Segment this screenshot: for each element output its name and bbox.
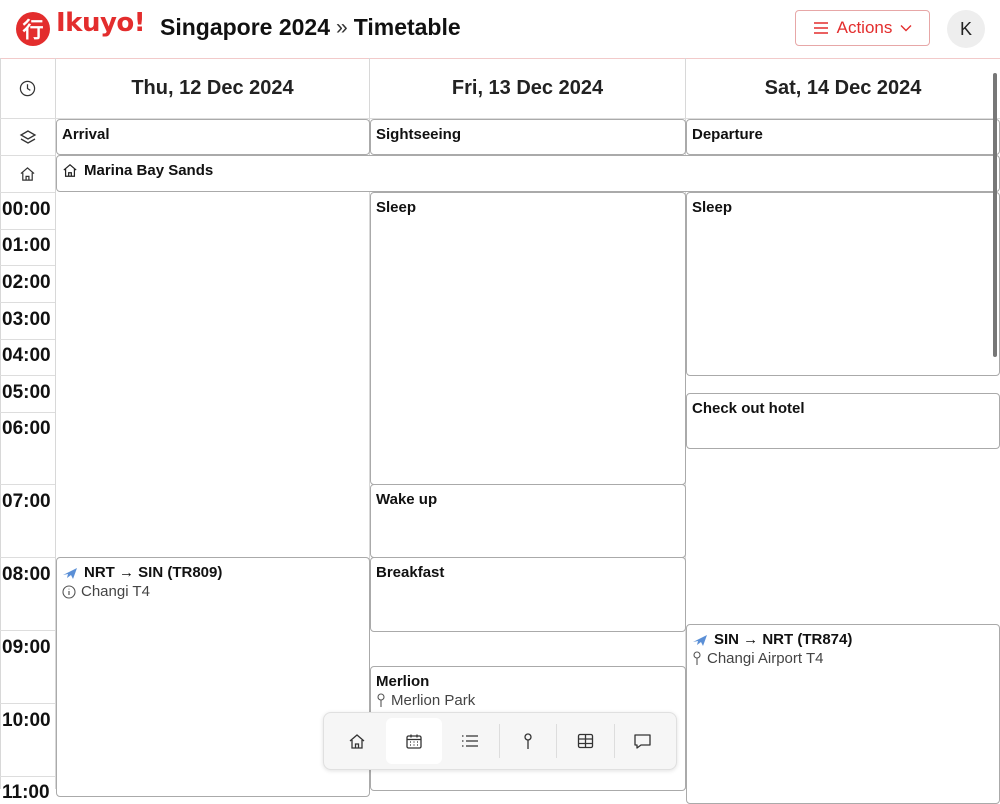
hour-label: 02:00 xyxy=(2,272,51,293)
grid-line xyxy=(0,557,55,558)
activity-title: SIN → NRT (TR874) xyxy=(714,631,853,648)
avatar[interactable]: K xyxy=(947,10,985,48)
activity-title: Check out hotel xyxy=(692,400,805,417)
hour-label: 03:00 xyxy=(2,309,51,330)
day-title-box[interactable]: Sightseeing xyxy=(370,119,686,155)
activity-title: Wake up xyxy=(376,491,438,508)
accommodation-box[interactable]: Marina Bay Sands xyxy=(56,155,1000,192)
grid-line xyxy=(0,630,55,631)
layers-icon xyxy=(0,118,55,155)
list-icon xyxy=(461,734,479,748)
hour-label: 10:00 xyxy=(2,710,51,731)
breadcrumb: Singapore 2024 » Timetable xyxy=(160,14,461,41)
table-icon xyxy=(577,733,594,749)
grid-line xyxy=(0,703,55,704)
home-icon xyxy=(62,163,78,178)
activity-title: Sleep xyxy=(376,199,417,216)
activity-title: Breakfast xyxy=(376,564,445,581)
grid-line xyxy=(0,776,55,777)
day-header: Sat, 14 Dec 2024 xyxy=(764,76,922,99)
activity-location: Changi Airport T4 xyxy=(707,650,824,667)
activity-note: Changi T4 xyxy=(81,583,150,600)
pin-icon xyxy=(376,693,386,708)
hour-label: 00:00 xyxy=(2,199,51,220)
grid-line xyxy=(0,229,55,230)
hour-label: 11:00 xyxy=(2,782,50,803)
logo-text[interactable]: Ikuyo! xyxy=(56,8,146,38)
hour-label: 07:00 xyxy=(2,491,51,512)
comment-icon xyxy=(633,733,652,750)
home-icon xyxy=(0,155,55,192)
breadcrumb-trip[interactable]: Singapore 2024 xyxy=(160,14,330,41)
activity-title: Merlion xyxy=(376,673,430,690)
app-header: 行 Ikuyo! Singapore 2024 » Timetable Acti… xyxy=(0,0,1000,58)
hour-label: 04:00 xyxy=(2,345,51,366)
grid-line xyxy=(0,484,55,485)
hour-label: 08:00 xyxy=(2,564,51,585)
activity-title: Sleep xyxy=(692,199,733,216)
menu-icon xyxy=(813,21,829,35)
hour-label: 06:00 xyxy=(2,418,51,439)
accommodation-name: Marina Bay Sands xyxy=(84,162,214,179)
pin-icon xyxy=(692,651,702,666)
grid-line xyxy=(0,375,55,376)
nav-list-button[interactable] xyxy=(442,718,499,764)
hour-label: 05:00 xyxy=(2,382,51,403)
nav-home-button[interactable] xyxy=(329,718,386,764)
plane-icon xyxy=(692,633,708,647)
breadcrumb-separator: » xyxy=(336,15,348,39)
nav-map-button[interactable] xyxy=(500,718,557,764)
nav-comments-button[interactable] xyxy=(615,718,672,764)
clock-icon xyxy=(0,58,55,118)
grid-line xyxy=(0,192,55,193)
grid-line xyxy=(0,265,55,266)
bottom-navigation xyxy=(323,712,677,770)
nav-timetable-button[interactable] xyxy=(385,718,442,764)
day-title-box[interactable]: Departure xyxy=(686,119,1000,155)
activity-check-out[interactable]: Check out hotel xyxy=(686,393,1000,449)
day-title: Departure xyxy=(692,126,763,143)
timetable-grid: Thu, 12 Dec 2024 Fri, 13 Dec 2024 Sat, 1… xyxy=(0,58,1000,804)
activity-sleep[interactable]: Sleep xyxy=(370,192,686,485)
activity-flight-tr874[interactable]: SIN → NRT (TR874) Changi Airport T4 xyxy=(686,624,1000,804)
day-title-box[interactable]: Arrival xyxy=(56,119,370,155)
day-header: Fri, 13 Dec 2024 xyxy=(451,76,604,99)
logo-icon[interactable]: 行 xyxy=(16,12,50,46)
day-title: Arrival xyxy=(62,126,110,143)
plane-icon xyxy=(62,566,78,580)
grid-line xyxy=(0,339,55,340)
activity-wake-up[interactable]: Wake up xyxy=(370,484,686,558)
grid-line xyxy=(0,412,55,413)
day-header: Thu, 12 Dec 2024 xyxy=(131,76,294,99)
activity-title: NRT → SIN (TR809) xyxy=(84,564,223,581)
activity-sleep[interactable]: Sleep xyxy=(686,192,1000,376)
nav-expenses-button[interactable] xyxy=(557,718,614,764)
actions-label: Actions xyxy=(836,18,893,37)
grid-line xyxy=(0,302,55,303)
day-title: Sightseeing xyxy=(376,126,462,143)
actions-button[interactable]: Actions xyxy=(795,10,930,46)
vertical-scrollbar[interactable] xyxy=(993,73,997,357)
info-icon xyxy=(62,584,76,599)
hour-label: 09:00 xyxy=(2,637,51,658)
activity-breakfast[interactable]: Breakfast xyxy=(370,557,686,632)
pin-icon xyxy=(523,732,533,750)
activity-location: Merlion Park xyxy=(391,692,476,709)
calendar-icon xyxy=(405,733,423,750)
hour-label: 01:00 xyxy=(2,235,51,256)
page-title: Timetable xyxy=(353,14,461,40)
home-icon xyxy=(348,733,366,750)
chevron-down-icon xyxy=(900,24,912,32)
